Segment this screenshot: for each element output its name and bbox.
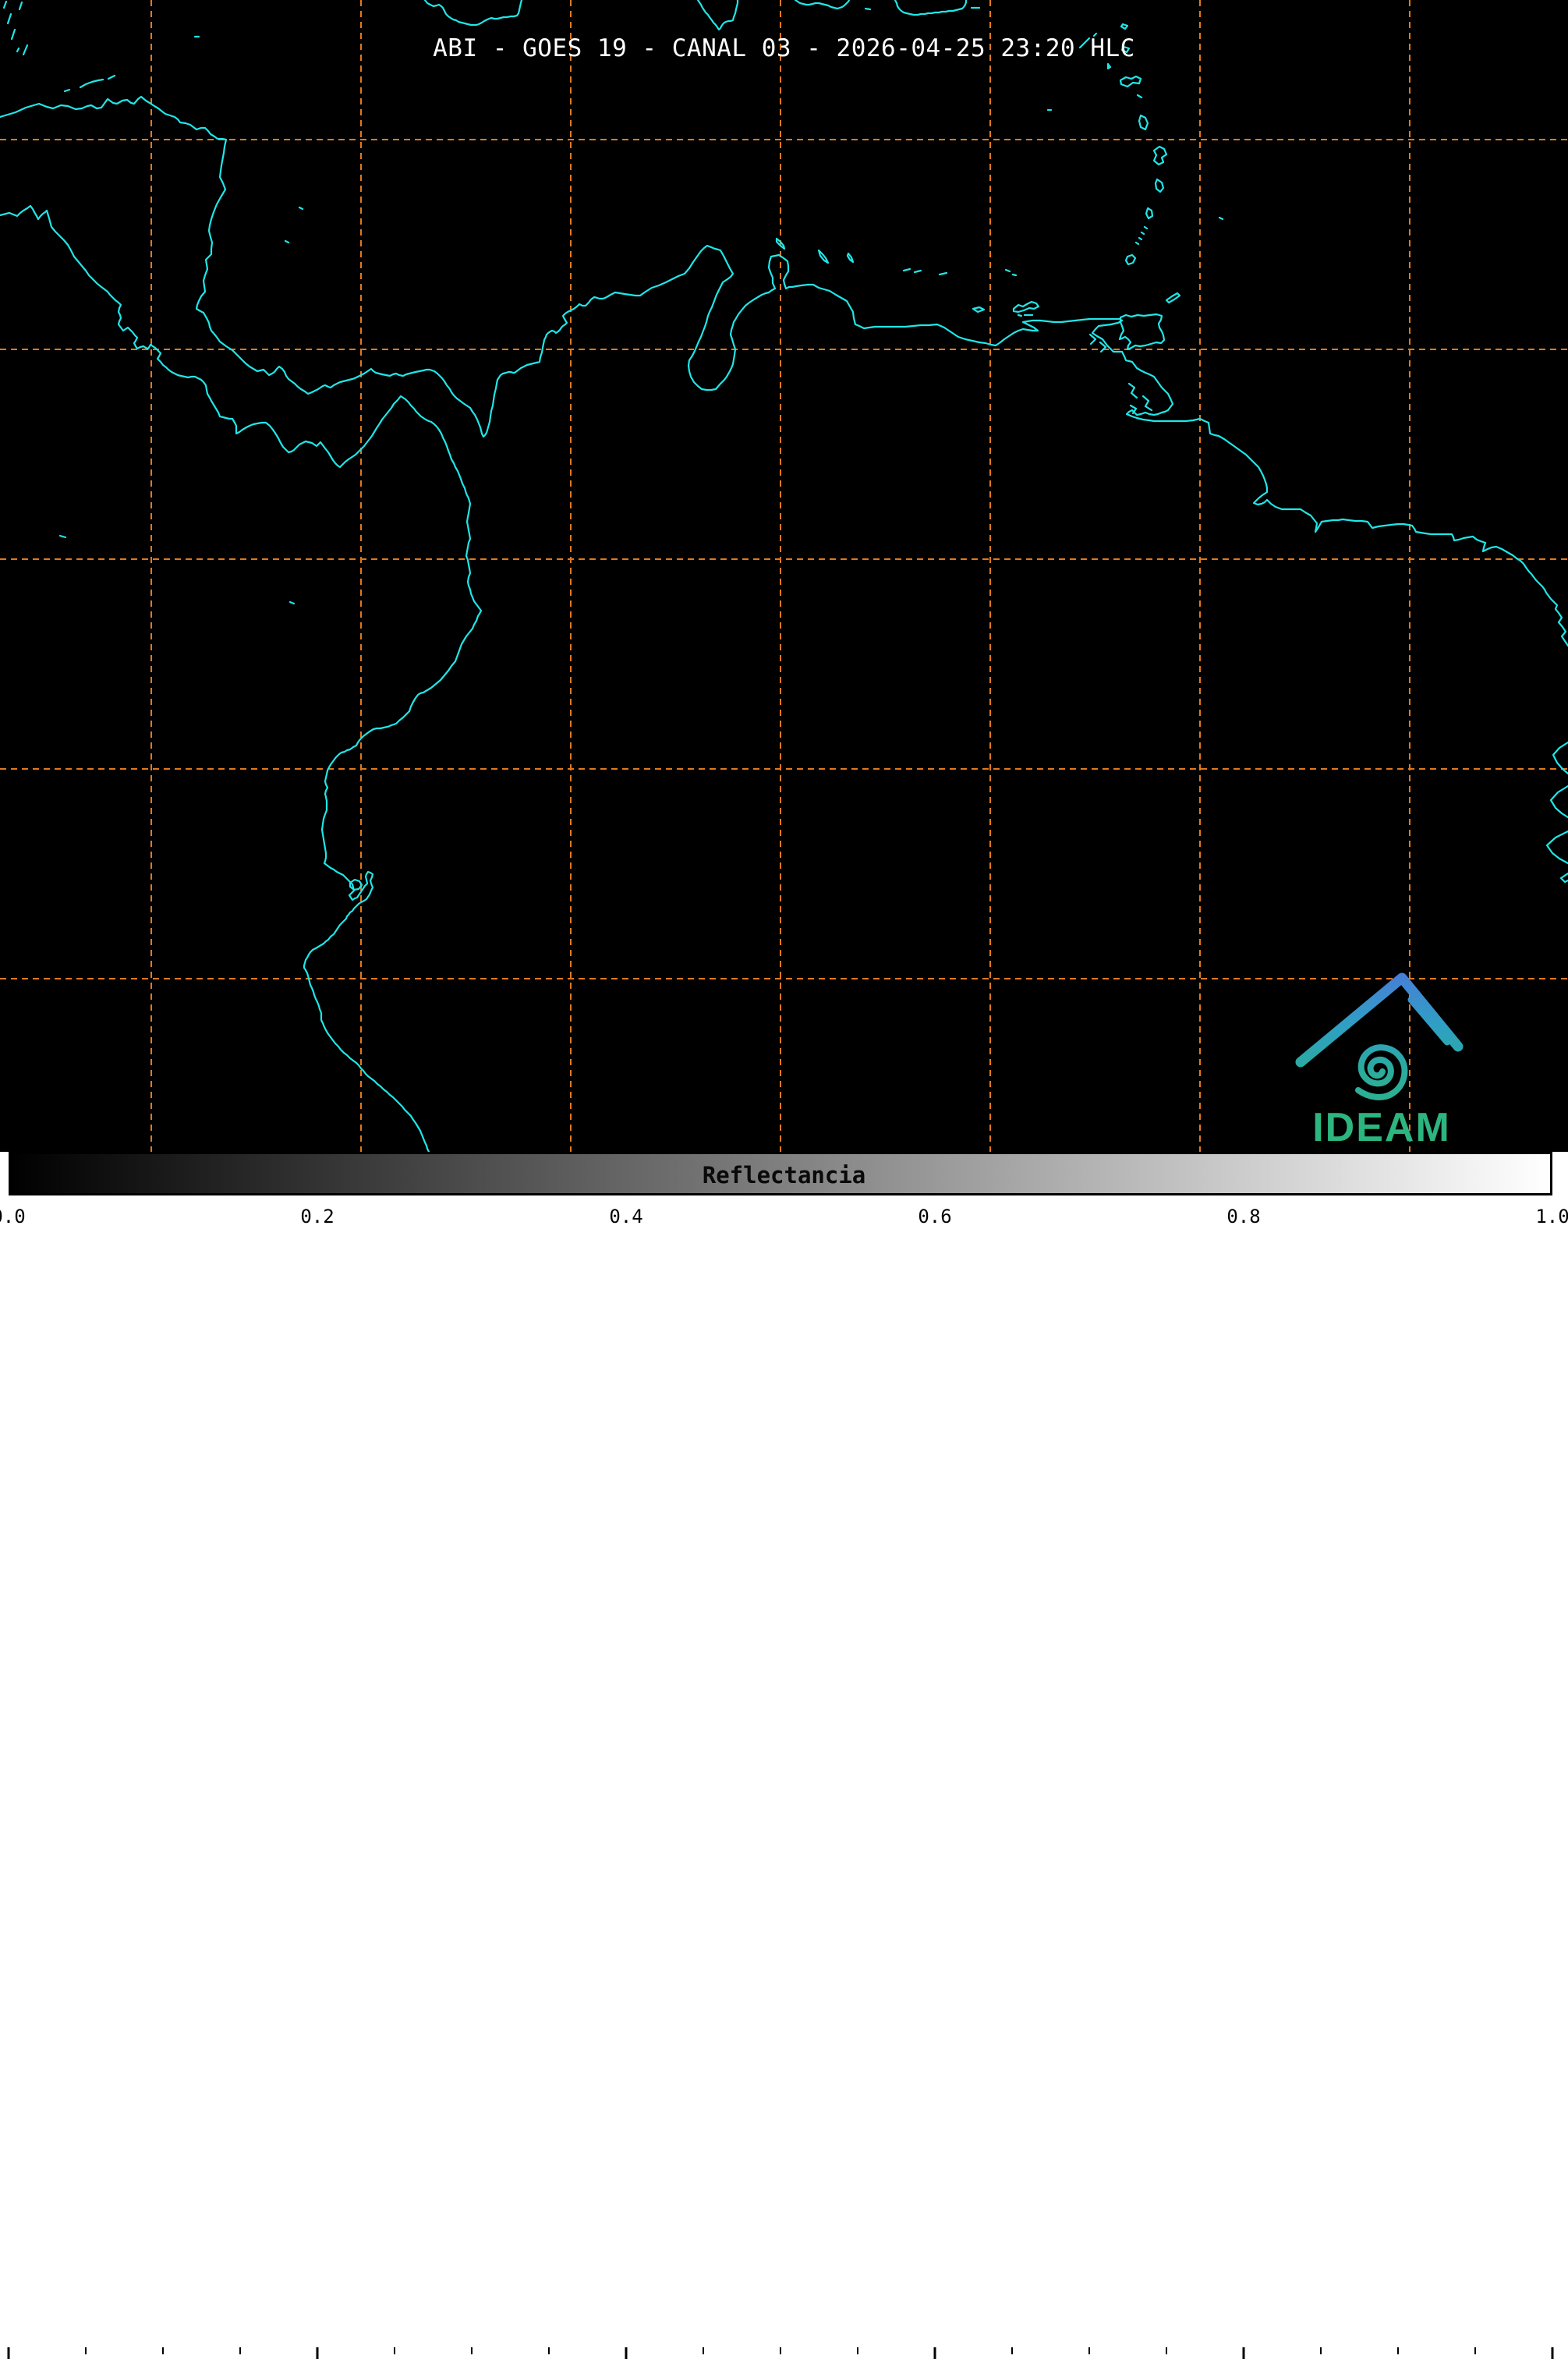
colorbar-minor-tick — [857, 2347, 858, 2354]
goes-satellite-product-page: { "header": { "title": "ABI - GOES 19 - … — [0, 0, 1568, 1230]
colorbar-minor-tick — [471, 2347, 473, 2354]
colorbar-tick-label: 0.4 — [609, 1206, 642, 1227]
colorbar-minor-tick — [1397, 2347, 1399, 2354]
colorbar-tick-label: 0.8 — [1226, 1206, 1260, 1227]
satellite-map-canvas: ABI - GOES 19 - CANAL 03 - 2026-04-25 23… — [0, 0, 1568, 1152]
colorbar-minor-tick — [780, 2347, 781, 2354]
colorbar-minor-tick — [548, 2347, 550, 2354]
product-title: ABI - GOES 19 - CANAL 03 - 2026-04-25 23… — [0, 34, 1568, 62]
colorbar-minor-tick — [162, 2347, 164, 2354]
colorbar-tick-label: 0.6 — [918, 1206, 951, 1227]
colorbar-minor-tick — [239, 2347, 241, 2354]
colorbar-minor-tick — [703, 2347, 704, 2354]
colorbar-label: Reflectancia — [0, 1162, 1568, 1188]
colorbar-minor-tick — [1320, 2347, 1322, 2354]
ideam-logo-text: IDEAM — [1312, 1105, 1451, 1150]
colorbar-minor-tick — [1474, 2347, 1476, 2354]
colorbar-tick-label: 1.0 — [1535, 1206, 1568, 1227]
colorbar-tick-label: 0.0 — [0, 1206, 26, 1227]
ideam-logo: IDEAM — [1288, 953, 1472, 1154]
colorbar-tick-label: 0.2 — [300, 1206, 334, 1227]
colorbar-major-tick — [1552, 2347, 1554, 2359]
colorbar-minor-tick — [85, 2347, 87, 2354]
colorbar-major-tick — [317, 2347, 319, 2359]
colorbar-major-tick — [8, 2347, 10, 2359]
colorbar-minor-tick — [1011, 2347, 1013, 2354]
hurricane-spiral-icon — [1358, 1047, 1404, 1097]
colorbar-minor-tick — [1088, 2347, 1090, 2354]
colorbar-major-tick — [625, 2347, 628, 2359]
colorbar-major-tick — [934, 2347, 936, 2359]
colorbar-minor-tick — [1166, 2347, 1167, 2354]
colorbar-minor-tick — [394, 2347, 395, 2354]
colorbar-major-tick — [1243, 2347, 1245, 2359]
